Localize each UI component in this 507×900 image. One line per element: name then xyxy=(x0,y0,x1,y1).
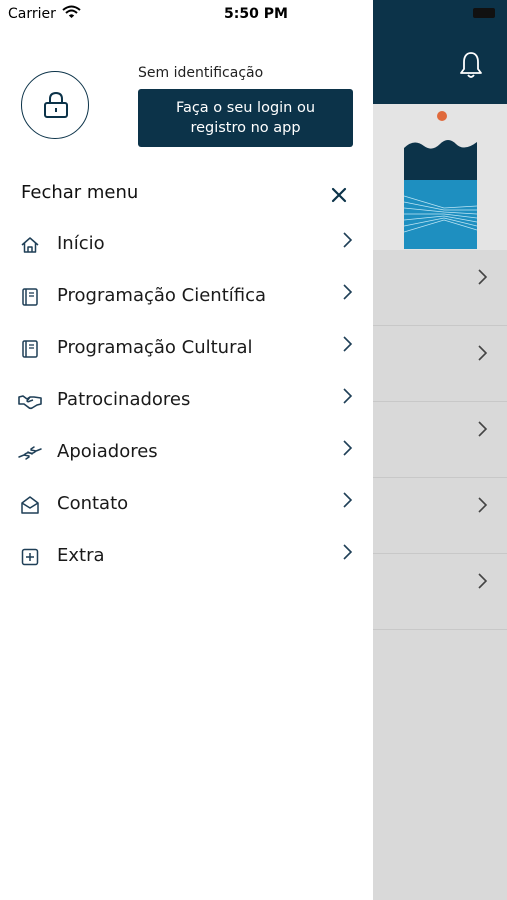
book-icon xyxy=(22,288,38,306)
list-item[interactable] xyxy=(373,478,507,554)
chevron-right-icon xyxy=(478,573,488,589)
chevron-right-icon xyxy=(478,269,488,285)
wifi-icon xyxy=(62,5,81,18)
lock-icon xyxy=(44,91,68,118)
notification-bell-icon[interactable] xyxy=(458,50,484,80)
menu-item-label: Programação Cultural xyxy=(57,337,253,358)
list-item[interactable] xyxy=(373,402,507,478)
event-logo-image xyxy=(404,140,477,249)
close-icon[interactable] xyxy=(331,187,347,203)
menu-item-programacao-cultural[interactable]: Programação Cultural xyxy=(0,326,373,374)
menu-item-label: Apoiadores xyxy=(57,441,158,462)
close-menu-label: Fechar menu xyxy=(21,182,139,203)
menu-item-programacao-cientifica[interactable]: Programação Científica xyxy=(0,274,373,322)
chevron-right-icon xyxy=(343,544,353,560)
status-bar: Carrier 5:50 PM xyxy=(0,0,373,30)
menu-item-patrocinadores[interactable]: Patrocinadores xyxy=(0,378,373,426)
chevron-right-icon xyxy=(343,388,353,404)
carrier-label: Carrier xyxy=(8,6,56,22)
menu-item-inicio[interactable]: Início xyxy=(0,222,373,270)
menu-item-label: Início xyxy=(57,233,105,254)
avatar xyxy=(21,71,89,139)
helping-hands-icon xyxy=(18,446,42,460)
book-icon xyxy=(22,340,38,358)
list-item[interactable] xyxy=(373,326,507,402)
chevron-right-icon xyxy=(478,497,488,513)
menu-item-apoiadores[interactable]: Apoiadores xyxy=(0,430,373,478)
chevron-right-icon xyxy=(478,421,488,437)
identification-status: Sem identificação xyxy=(138,65,264,81)
menu-item-label: Extra xyxy=(57,545,105,566)
menu-item-extra[interactable]: Extra xyxy=(0,534,373,582)
chevron-right-icon xyxy=(343,284,353,300)
menu-item-label: Programação Científica xyxy=(57,285,267,306)
chevron-right-icon xyxy=(343,440,353,456)
menu-item-label: Patrocinadores xyxy=(57,389,191,410)
login-button[interactable]: Faça o seu login ou registro no app xyxy=(138,89,353,147)
battery-icon xyxy=(473,8,495,18)
notification-dot xyxy=(437,111,447,121)
chevron-right-icon xyxy=(343,336,353,352)
clock: 5:50 PM xyxy=(224,6,288,22)
chevron-right-icon xyxy=(343,492,353,508)
side-drawer: Carrier 5:50 PM Sem identificação Faça o… xyxy=(0,0,373,900)
list-item[interactable] xyxy=(373,250,507,326)
handshake-icon xyxy=(18,395,42,410)
home-icon xyxy=(21,237,39,253)
plus-box-icon xyxy=(21,548,39,566)
envelope-icon xyxy=(21,496,39,514)
menu-item-contato[interactable]: Contato xyxy=(0,482,373,530)
chevron-right-icon xyxy=(478,345,488,361)
chevron-right-icon xyxy=(343,232,353,248)
list-item[interactable] xyxy=(373,554,507,630)
close-menu-row[interactable]: Fechar menu xyxy=(0,176,373,212)
menu-item-label: Contato xyxy=(57,493,129,514)
